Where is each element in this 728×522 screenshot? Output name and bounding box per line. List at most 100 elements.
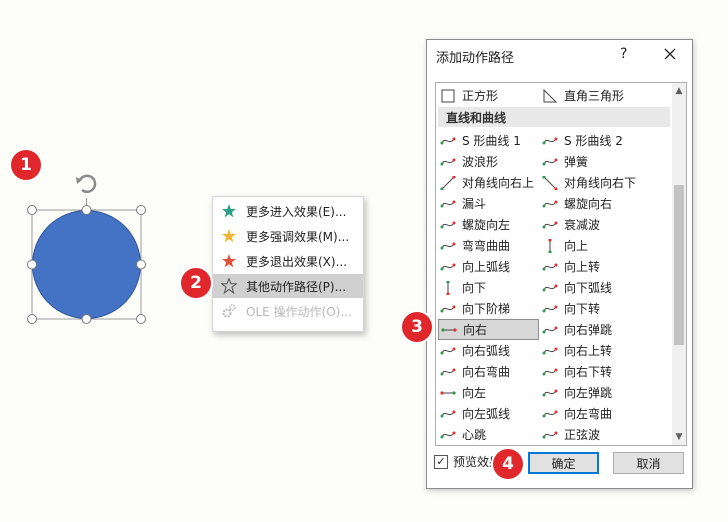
s-curve-2-icon xyxy=(542,134,558,148)
motion-path-item[interactable]: 心跳 xyxy=(438,424,539,445)
motion-path-item[interactable]: 向下 xyxy=(438,277,539,298)
motion-path-item[interactable]: 向上弧线 xyxy=(438,256,539,277)
add-motion-path-dialog: 添加动作路径 ? 直线和曲线 ▲ ▼ 正方形 直角三角形 S 形曲线 1 波浪形 对角线… xyxy=(426,39,693,489)
right-triangle-path-icon xyxy=(542,88,558,103)
step-badge-3: 3 xyxy=(402,312,432,342)
scrollbar-thumb[interactable] xyxy=(674,185,684,345)
yellow-star-icon xyxy=(220,227,238,245)
motion-path-label: 向下 xyxy=(462,281,487,295)
sine-wave-icon xyxy=(542,428,558,442)
menu-item-label: 更多强调效果(M)... xyxy=(246,229,350,244)
motion-path-item[interactable]: 向左 xyxy=(438,382,539,403)
motion-path-label: 正弦波 xyxy=(564,428,601,442)
motion-path-item[interactable]: 向右上转 xyxy=(540,340,641,361)
motion-path-item[interactable]: 向左弧线 xyxy=(438,403,539,424)
motion-path-item[interactable]: 向左弹跳 xyxy=(540,382,641,403)
green-star-icon xyxy=(220,202,238,220)
motion-path-item[interactable]: 向右下转 xyxy=(540,361,641,382)
motion-path-label: 对角线向右上 xyxy=(462,176,535,190)
motion-path-item[interactable]: 向下弧线 xyxy=(540,277,641,298)
heartbeat-icon xyxy=(440,428,456,442)
motion-path-label: 向右下转 xyxy=(564,365,613,379)
motion-path-item[interactable]: 向左弯曲 xyxy=(540,403,641,424)
motion-path-item[interactable]: 漏斗 xyxy=(438,193,539,214)
arc-right-icon xyxy=(440,344,456,358)
motion-path-item[interactable]: S 形曲线 2 xyxy=(540,130,641,151)
motion-path-item[interactable]: 螺旋向左 xyxy=(438,214,539,235)
motion-path-label: 向左弹跳 xyxy=(564,386,613,400)
motion-path-item[interactable]: 向上 xyxy=(540,235,641,256)
motion-path-item[interactable]: 波浪形 xyxy=(438,151,539,172)
motion-path-label: 弹簧 xyxy=(564,155,589,169)
decaying-wave-icon xyxy=(542,218,558,232)
s-curve-icon xyxy=(440,134,456,148)
diagonal-down-right-icon xyxy=(542,175,558,190)
menu-item-label: 更多进入效果(E)... xyxy=(246,204,347,219)
motion-path-item[interactable]: 直角三角形 xyxy=(540,85,641,106)
close-icon[interactable] xyxy=(661,45,679,63)
motion-path-list[interactable]: 直线和曲线 ▲ ▼ 正方形 直角三角形 S 形曲线 1 波浪形 对角线向右上 漏斗 螺旋向左… xyxy=(435,82,687,446)
cancel-button[interactable]: 取消 xyxy=(613,452,684,474)
motion-path-label: 向左 xyxy=(462,386,487,400)
motion-path-item[interactable]: S 形曲线 1 xyxy=(438,130,539,151)
motion-path-label: 向右弧线 xyxy=(462,344,511,358)
motion-path-item[interactable]: 向右弧线 xyxy=(438,340,539,361)
motion-path-label: 向右弹跳 xyxy=(564,323,613,337)
motion-path-label: 向下阶梯 xyxy=(462,302,511,316)
motion-path-label: S 形曲线 2 xyxy=(564,134,623,148)
motion-path-item[interactable]: 对角线向右上 xyxy=(438,172,539,193)
spring-icon xyxy=(542,155,558,169)
motion-path-label: 漏斗 xyxy=(462,197,487,211)
diagonal-up-right-icon xyxy=(440,175,456,190)
scroll-down-icon[interactable]: ▼ xyxy=(672,430,686,444)
motion-path-label: 弯弯曲曲 xyxy=(462,239,511,253)
selected-circle-shape[interactable] xyxy=(18,160,158,330)
effects-context-menu: 更多进入效果(E)... 更多强调效果(M)... 更多退出效果(X)... 其… xyxy=(212,196,364,332)
scroll-up-icon[interactable]: ▲ xyxy=(672,84,686,98)
menu-item-more-entrance[interactable]: 更多进入效果(E)... xyxy=(213,199,363,223)
motion-path-item[interactable]: 向下阶梯 xyxy=(438,298,539,319)
motion-path-label: 正方形 xyxy=(462,89,499,103)
help-button[interactable]: ? xyxy=(620,46,627,62)
menu-item-label: 其他动作路径(P)... xyxy=(246,279,347,294)
step-badge-1: 1 xyxy=(11,150,41,180)
motion-path-item[interactable]: 衰减波 xyxy=(540,214,641,235)
motion-path-item[interactable]: 向上转 xyxy=(540,256,641,277)
wave-icon xyxy=(440,155,456,169)
motion-path-label: 螺旋向右 xyxy=(564,197,613,211)
motion-path-label: 对角线向右下 xyxy=(564,176,637,190)
turn-up-right-icon xyxy=(542,344,558,358)
square-path-icon xyxy=(440,89,456,103)
zigzag-icon xyxy=(440,239,456,253)
motion-path-label: 向上转 xyxy=(564,260,601,274)
motion-path-label: 衰减波 xyxy=(564,218,601,232)
motion-path-item[interactable]: 向下转 xyxy=(540,298,641,319)
up-path-icon xyxy=(542,238,558,253)
motion-path-item[interactable]: 弹簧 xyxy=(540,151,641,172)
motion-path-item[interactable]: 向右弹跳 xyxy=(540,319,641,340)
curvy-left-icon xyxy=(542,407,558,421)
motion-path-item[interactable]: 向右弯曲 xyxy=(438,361,539,382)
spiral-left-icon xyxy=(440,218,456,232)
motion-path-item[interactable]: 正方形 xyxy=(438,85,539,106)
motion-path-item[interactable]: 向右 xyxy=(438,319,539,340)
motion-path-item[interactable]: 正弦波 xyxy=(540,424,641,445)
motion-path-item[interactable]: 弯弯曲曲 xyxy=(438,235,539,256)
menu-item-more-exit[interactable]: 更多退出效果(X)... xyxy=(213,249,363,273)
preview-checkbox[interactable]: ✓ xyxy=(434,455,448,469)
menu-item-label: OLE 操作动作(O)... xyxy=(246,304,352,319)
motion-path-label: S 形曲线 1 xyxy=(462,134,521,148)
rotate-handle-icon[interactable] xyxy=(76,174,97,210)
motion-path-item[interactable]: 对角线向右下 xyxy=(540,172,641,193)
menu-item-more-emphasis[interactable]: 更多强调效果(M)... xyxy=(213,224,363,248)
outline-star-icon xyxy=(220,277,238,295)
red-star-icon xyxy=(220,252,238,270)
motion-path-label: 向左弧线 xyxy=(462,407,511,421)
step-badge-4: 4 xyxy=(493,449,523,479)
motion-path-label: 螺旋向左 xyxy=(462,218,511,232)
ok-button[interactable]: 确定 xyxy=(528,452,599,474)
menu-item-ole-actions[interactable]: OLE 操作动作(O)... xyxy=(213,299,363,323)
menu-item-label: 更多退出效果(X)... xyxy=(246,254,348,269)
motion-path-item[interactable]: 螺旋向右 xyxy=(540,193,641,214)
menu-item-other-motion-paths[interactable]: 其他动作路径(P)... xyxy=(213,274,363,298)
